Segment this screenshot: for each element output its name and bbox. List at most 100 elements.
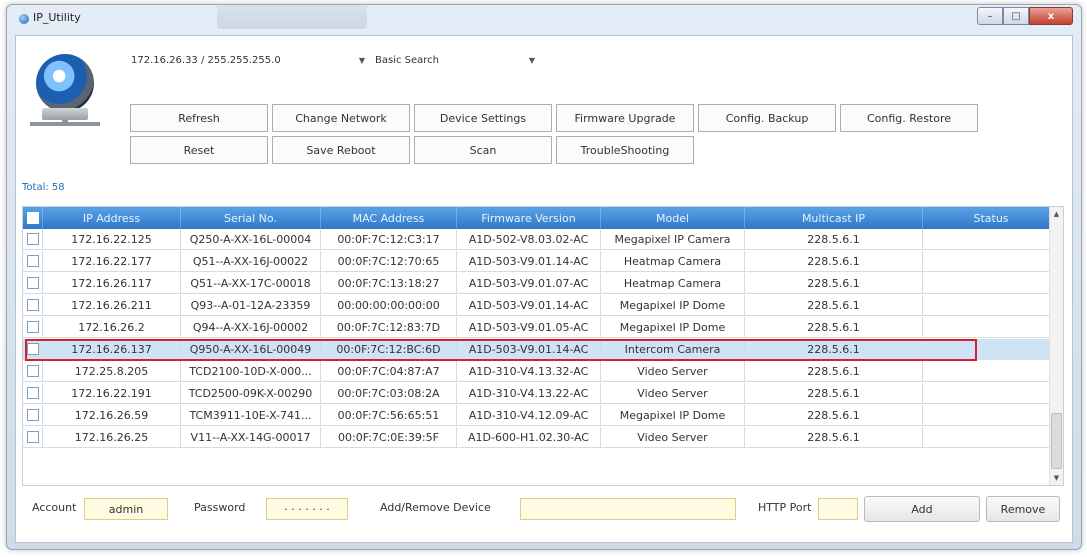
- app-icon: [19, 14, 29, 24]
- cell-model: Video Server: [601, 361, 745, 382]
- cell-serial: TCD2500-09K-X-00290: [181, 383, 321, 404]
- cell-serial: Q51--A-XX-17C-00018: [181, 273, 321, 294]
- config-backup-button[interactable]: Config. Backup: [698, 104, 836, 132]
- window-controls: – □ x: [977, 7, 1073, 25]
- cell-serial: Q51--A-XX-16J-00022: [181, 251, 321, 272]
- row-checkbox-cell: [23, 383, 43, 404]
- column-header-mac[interactable]: MAC Address: [321, 207, 457, 229]
- column-header-firmware[interactable]: Firmware Version: [457, 207, 601, 229]
- cell-multicast: 228.5.6.1: [745, 405, 923, 426]
- cell-multicast: 228.5.6.1: [745, 361, 923, 382]
- cell-status: [923, 339, 1059, 360]
- cell-status: [923, 317, 1059, 338]
- column-header-multicast[interactable]: Multicast IP: [745, 207, 923, 229]
- table-row[interactable]: 172.16.26.2 Q94--A-XX-16J-00002 00:0F:7C:1…: [23, 317, 1059, 338]
- cell-mac: 00:0F:7C:12:70:65: [321, 251, 457, 272]
- row-checkbox-cell: [23, 251, 43, 272]
- cell-model: Heatmap Camera: [601, 251, 745, 272]
- add-button[interactable]: Add: [864, 496, 980, 522]
- cell-mac: 00:0F:7C:0E:39:5F: [321, 427, 457, 448]
- cell-status: [923, 383, 1059, 404]
- row-checkbox-cell: [23, 317, 43, 338]
- logo-base: [42, 108, 88, 120]
- table-row[interactable]: 172.16.26.211 Q93--A-01-12A-23359 00:00:00…: [23, 295, 1059, 316]
- row-checkbox-cell: [23, 361, 43, 382]
- scroll-up-icon[interactable]: ▲: [1050, 207, 1063, 221]
- cell-serial: Q93--A-01-12A-23359: [181, 295, 321, 316]
- change-network-button[interactable]: Change Network: [272, 104, 410, 132]
- row-checkbox-cell: [23, 295, 43, 316]
- cell-serial: Q250-A-XX-16L-00004: [181, 229, 321, 250]
- cell-firmware: A1D-502-V8.03.02-AC: [457, 229, 601, 250]
- cell-status: [923, 251, 1059, 272]
- save-reboot-button[interactable]: Save Reboot: [272, 136, 410, 164]
- cell-model: Megapixel IP Dome: [601, 405, 745, 426]
- vertical-scrollbar[interactable]: ▲ ▼: [1049, 207, 1063, 485]
- table-row[interactable]: 172.25.8.205 TCD2100-10D-X-000... 00:0F:7C…: [23, 361, 1059, 382]
- row-checkbox-cell: [23, 405, 43, 426]
- network-interface-select[interactable]: 172.16.26.33 / 255.255.255.0 ▼: [130, 50, 366, 70]
- cell-firmware: A1D-310-V4.13.32-AC: [457, 361, 601, 382]
- scroll-thumb[interactable]: [1051, 413, 1062, 469]
- row-checkbox[interactable]: [27, 387, 39, 399]
- cell-multicast: 228.5.6.1: [745, 383, 923, 404]
- firmware-upgrade-button[interactable]: Firmware Upgrade: [556, 104, 694, 132]
- row-checkbox[interactable]: [27, 321, 39, 333]
- cell-multicast: 228.5.6.1: [745, 229, 923, 250]
- reset-button[interactable]: Reset: [130, 136, 268, 164]
- row-checkbox[interactable]: [27, 409, 39, 421]
- column-header-serial[interactable]: Serial No.: [181, 207, 321, 229]
- select-all-checkbox[interactable]: [27, 212, 39, 224]
- cell-model: Video Server: [601, 383, 745, 404]
- row-checkbox[interactable]: [27, 343, 39, 355]
- scan-button[interactable]: Scan: [414, 136, 552, 164]
- row-checkbox[interactable]: [27, 277, 39, 289]
- account-field[interactable]: admin: [84, 498, 168, 520]
- cell-multicast: 228.5.6.1: [745, 317, 923, 338]
- table-row[interactable]: 172.16.26.137 Q950-A-XX-16L-00049 00:0F:7C…: [23, 339, 1059, 361]
- table-row[interactable]: 172.16.22.191 TCD2500-09K-X-00290 00:0F:7C…: [23, 383, 1059, 404]
- row-checkbox[interactable]: [27, 233, 39, 245]
- minimize-button[interactable]: –: [977, 7, 1003, 25]
- cell-model: Megapixel IP Camera: [601, 229, 745, 250]
- search-mode-select[interactable]: Basic Search ▼: [368, 50, 538, 70]
- close-button[interactable]: x: [1029, 7, 1073, 25]
- table-row[interactable]: 172.16.22.125 Q250-A-XX-16L-00004 00:0F:7C…: [23, 229, 1059, 250]
- row-checkbox[interactable]: [27, 365, 39, 377]
- cell-multicast: 228.5.6.1: [745, 273, 923, 294]
- column-header-model[interactable]: Model: [601, 207, 745, 229]
- cell-ip: 172.16.26.211: [43, 295, 181, 316]
- add-remove-device-field[interactable]: [520, 498, 736, 520]
- cell-ip: 172.16.26.59: [43, 405, 181, 426]
- main-panel: 172.16.26.33 / 255.255.255.0 ▼ Basic Sea…: [15, 35, 1073, 543]
- password-field[interactable]: · · · · · · ·: [266, 498, 348, 520]
- refresh-button[interactable]: Refresh: [130, 104, 268, 132]
- maximize-button[interactable]: □: [1003, 7, 1029, 25]
- config-restore-button[interactable]: Config. Restore: [840, 104, 978, 132]
- title-bar: IP_Utility – □ x: [7, 5, 1081, 35]
- column-header-status[interactable]: Status: [923, 207, 1059, 229]
- column-header-ip[interactable]: IP Address: [43, 207, 181, 229]
- http-port-field[interactable]: [818, 498, 858, 520]
- device-settings-button[interactable]: Device Settings: [414, 104, 552, 132]
- row-checkbox[interactable]: [27, 431, 39, 443]
- troubleshooting-button[interactable]: TroubleShooting: [556, 136, 694, 164]
- cell-ip: 172.16.26.2: [43, 317, 181, 338]
- row-checkbox[interactable]: [27, 255, 39, 267]
- table-row[interactable]: 172.16.26.117 Q51--A-XX-17C-00018 00:0F:7C…: [23, 273, 1059, 294]
- cell-ip: 172.16.22.191: [43, 383, 181, 404]
- cell-firmware: A1D-503-V9.01.07-AC: [457, 273, 601, 294]
- scroll-down-icon[interactable]: ▼: [1050, 471, 1063, 485]
- device-table: IP Address Serial No. MAC Address Firmwa…: [22, 206, 1064, 486]
- cell-firmware: A1D-503-V9.01.05-AC: [457, 317, 601, 338]
- cell-ip: 172.16.26.137: [43, 339, 181, 360]
- cell-mac: 00:00:00:00:00:00: [321, 295, 457, 316]
- remove-button[interactable]: Remove: [986, 496, 1060, 522]
- table-row[interactable]: 172.16.22.177 Q51--A-XX-16J-00022 00:0F:7C…: [23, 251, 1059, 272]
- row-checkbox[interactable]: [27, 299, 39, 311]
- table-row[interactable]: 172.16.26.25 V11--A-XX-14G-00017 00:0F:7C:…: [23, 427, 1059, 448]
- table-row[interactable]: 172.16.26.59 TCM3911-10E-X-741... 00:0F:7C…: [23, 405, 1059, 426]
- cell-status: [923, 295, 1059, 316]
- table-header: IP Address Serial No. MAC Address Firmwa…: [23, 207, 1059, 229]
- cell-firmware: A1D-310-V4.13.22-AC: [457, 383, 601, 404]
